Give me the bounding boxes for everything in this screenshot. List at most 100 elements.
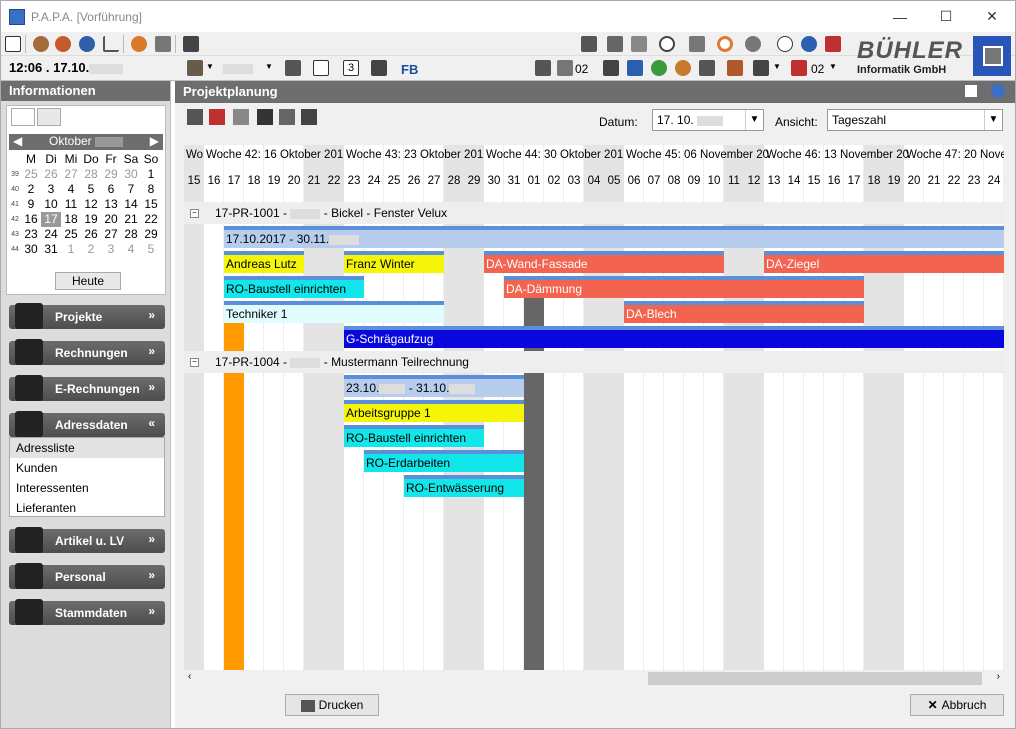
calendar-day[interactable]: 19: [81, 212, 101, 227]
scroll-left-icon[interactable]: ‹: [188, 671, 191, 682]
help-icon[interactable]: [991, 84, 1005, 98]
calendar-day[interactable]: 28: [121, 227, 141, 242]
task-bar-techniker[interactable]: Techniker 1: [224, 301, 444, 323]
sub-lieferanten[interactable]: Lieferanten: [10, 498, 164, 518]
calendar-day[interactable]: 4: [121, 242, 141, 257]
exit-icon[interactable]: [825, 36, 841, 52]
calendar-day[interactable]: 5: [81, 182, 101, 197]
tab-calendar[interactable]: [11, 108, 35, 126]
calendar-day[interactable]: 3: [101, 242, 121, 257]
next-month-icon[interactable]: ▶: [150, 134, 159, 148]
calendar-day[interactable]: 27: [101, 227, 121, 242]
scroll-right-icon[interactable]: ›: [997, 671, 1000, 682]
clock-icon[interactable]: [79, 36, 95, 52]
calendar-day[interactable]: 9: [21, 197, 41, 212]
chart-icon[interactable]: [727, 60, 743, 76]
scrollbar-thumb[interactable]: [648, 672, 982, 685]
calendar-day[interactable]: 3: [41, 182, 61, 197]
calendar-day[interactable]: 16: [21, 212, 41, 227]
sub-adressliste[interactable]: Adressliste: [10, 438, 164, 458]
page-number-box[interactable]: 3: [343, 60, 359, 76]
task-bar-da-wand[interactable]: DA-Wand-Fassade: [484, 251, 724, 273]
barcode-icon[interactable]: [535, 60, 551, 76]
abbruch-button[interactable]: ✕ Abbruch: [910, 694, 1004, 716]
delete-icon[interactable]: [209, 109, 225, 125]
database-icon[interactable]: [745, 36, 761, 52]
task-bar-da-ziegel[interactable]: DA-Ziegel: [764, 251, 1004, 273]
calendar-day[interactable]: 22: [141, 212, 161, 227]
books-icon[interactable]: [187, 60, 203, 76]
sub-kunden[interactable]: Kunden: [10, 458, 164, 478]
nav-artikel[interactable]: Artikel u. LV »: [9, 527, 165, 553]
chevron-down-icon[interactable]: ▼: [829, 62, 837, 71]
grid-icon[interactable]: [371, 60, 387, 76]
money-icon[interactable]: [675, 60, 691, 76]
calendar-day[interactable]: 13: [101, 197, 121, 212]
calendar-day[interactable]: 30: [121, 167, 141, 182]
collapse-icon[interactable]: −: [190, 209, 199, 218]
task-bar-franz[interactable]: Franz Winter: [344, 251, 444, 273]
calendar-day[interactable]: 18: [61, 212, 81, 227]
task-bar-ro-baustell-2[interactable]: RO-Baustell einrichten: [344, 425, 484, 447]
tree-icon[interactable]: [627, 60, 643, 76]
task-bar-da-daemmung[interactable]: DA-Dämmung: [504, 276, 864, 298]
minimize-button[interactable]: —: [877, 1, 923, 32]
edit-icon[interactable]: [607, 36, 623, 52]
calendar-day[interactable]: 23: [21, 227, 41, 242]
nav-personal[interactable]: Personal »: [9, 563, 165, 589]
calendar-day[interactable]: 25: [21, 167, 41, 182]
user-search-icon[interactable]: [55, 36, 71, 52]
calendar-day[interactable]: 6: [101, 182, 121, 197]
fb-label[interactable]: FB: [401, 62, 418, 77]
calendar-day[interactable]: 11: [61, 197, 81, 212]
chevron-down-icon[interactable]: ▼: [984, 110, 1002, 130]
calendar-day[interactable]: 2: [81, 242, 101, 257]
calendar-day[interactable]: 31: [41, 242, 61, 257]
calendar-day[interactable]: 12: [81, 197, 101, 212]
prev-month-icon[interactable]: ◀: [13, 134, 22, 148]
calendar-day[interactable]: 4: [61, 182, 81, 197]
task-bar-da-blech[interactable]: DA-Blech: [624, 301, 864, 323]
keyboard-icon[interactable]: [183, 36, 199, 52]
nav-e-rechnungen[interactable]: E-Rechnungen »: [9, 375, 165, 401]
help-icon[interactable]: [801, 36, 817, 52]
calendar-day[interactable]: 29: [101, 167, 121, 182]
search-icon[interactable]: [659, 36, 675, 52]
chevron-down-icon[interactable]: ▼: [773, 62, 781, 71]
tab-phone[interactable]: [37, 108, 61, 126]
maximize-button[interactable]: ☐: [923, 1, 969, 32]
task-bar-ro-erd[interactable]: RO-Erdarbeiten: [364, 450, 524, 472]
calendar-day[interactable]: 5: [141, 242, 161, 257]
calendar-day[interactable]: 10: [41, 197, 61, 212]
task-bar-andreas[interactable]: Andreas Lutz: [224, 251, 304, 273]
about-icon[interactable]: [777, 36, 793, 52]
info-icon[interactable]: [5, 36, 21, 52]
clipboard-icon[interactable]: [557, 60, 573, 76]
table-icon[interactable]: [753, 60, 769, 76]
calendar-day[interactable]: 1: [61, 242, 81, 257]
project-group-row[interactable]: − 17-PR-1004 - - Mustermann Teilrechnung: [184, 351, 1004, 373]
cancel-calendar-icon[interactable]: [791, 60, 807, 76]
layout-icon[interactable]: [965, 85, 977, 97]
task-bar-g-schraeg[interactable]: G-Schrägaufzug: [344, 326, 1004, 348]
list-icon[interactable]: [603, 60, 619, 76]
calculator-icon[interactable]: [155, 36, 171, 52]
calendar-day[interactable]: 30: [21, 242, 41, 257]
chevron-down-icon[interactable]: ▼: [206, 62, 214, 71]
calendar-day[interactable]: 27: [61, 167, 81, 182]
comment-icon[interactable]: [279, 109, 295, 125]
project-range-bar[interactable]: 17.10.2017 - 30.11.: [224, 226, 1004, 248]
nav-adressdaten[interactable]: Adressdaten «: [9, 411, 165, 437]
checklist-icon[interactable]: [313, 60, 329, 76]
lifebuoy-icon[interactable]: [717, 36, 733, 52]
edit-icon[interactable]: [257, 109, 273, 125]
nav-rechnungen[interactable]: Rechnungen »: [9, 339, 165, 365]
calendar-day[interactable]: 17: [41, 212, 61, 227]
copy-icon[interactable]: [631, 36, 647, 52]
measure-icon[interactable]: [103, 36, 119, 52]
chevron-down-icon[interactable]: ▼: [745, 110, 763, 130]
calendar-day[interactable]: 7: [121, 182, 141, 197]
user-key-icon[interactable]: [33, 36, 49, 52]
add-list-icon[interactable]: [301, 109, 317, 125]
settings-icon[interactable]: [285, 60, 301, 76]
